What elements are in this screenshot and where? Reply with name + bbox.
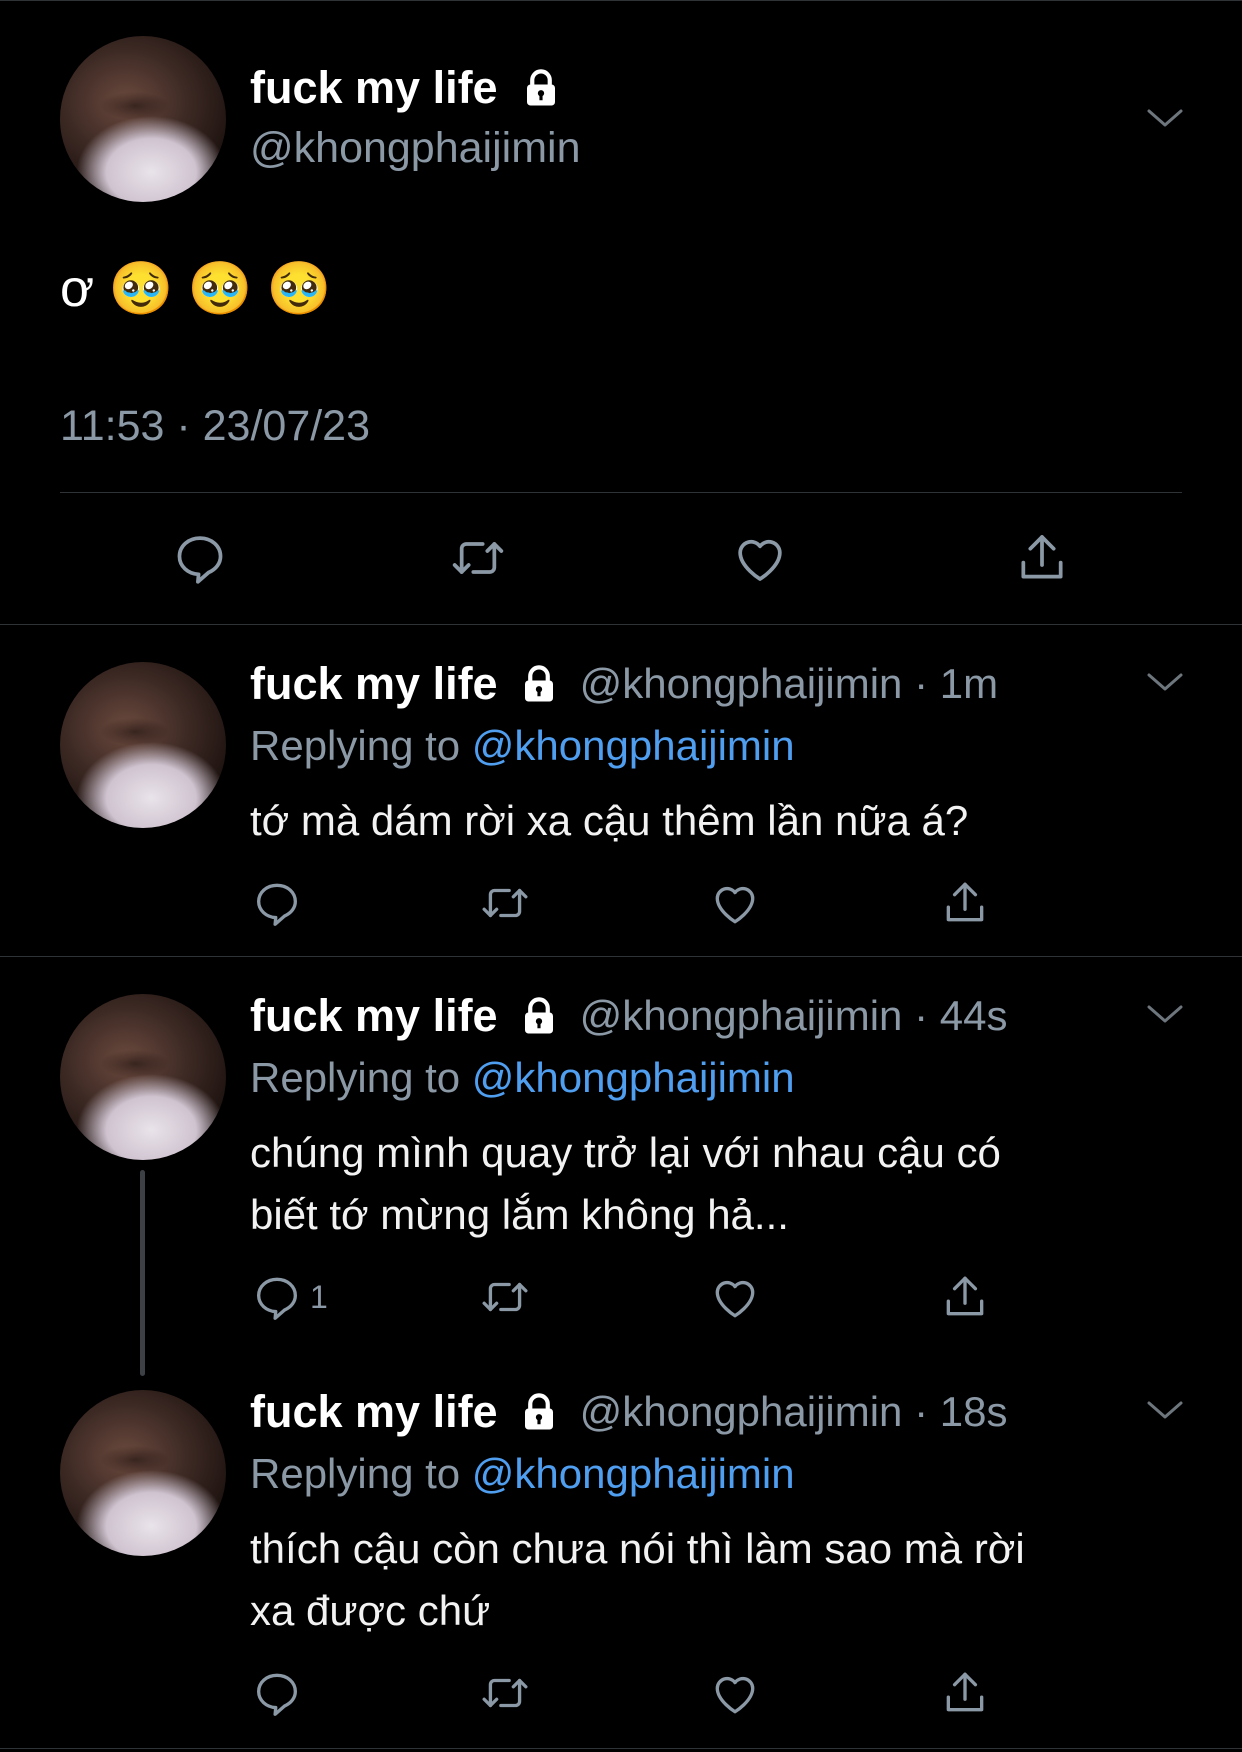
display-name[interactable]: fuck my life: [250, 62, 498, 114]
share-icon[interactable]: [940, 1272, 990, 1322]
retweet-icon[interactable]: [480, 878, 530, 928]
handle-time[interactable]: @khongphaijimin · 18s: [580, 1388, 1008, 1436]
like-icon[interactable]: [710, 878, 760, 928]
top-divider: [0, 0, 1242, 1]
avatar[interactable]: [60, 36, 226, 202]
reply-text-line: biết tớ mừng lắm không hả...: [250, 1191, 789, 1238]
display-name[interactable]: fuck my life: [250, 1386, 498, 1438]
share-icon[interactable]: [940, 1668, 990, 1718]
reply-count: 1: [310, 1278, 328, 1315]
reply-text-line: thích cậu còn chưa nói thì làm sao mà rờ…: [250, 1525, 1025, 1572]
display-name[interactable]: fuck my life: [250, 990, 498, 1042]
like-icon[interactable]: [710, 1272, 760, 1322]
handle-time[interactable]: @khongphaijimin · 44s: [580, 992, 1008, 1040]
reply-icon[interactable]: [252, 878, 302, 928]
replying-to: Replying to @khongphaijimin: [250, 1450, 795, 1498]
share-icon[interactable]: [940, 878, 990, 928]
lock-icon: [518, 995, 560, 1037]
chevron-down-icon[interactable]: [1145, 106, 1185, 130]
section-divider: [0, 1748, 1242, 1749]
reply-icon[interactable]: [172, 530, 228, 586]
retweet-icon[interactable]: [480, 1272, 530, 1322]
replying-handle-link[interactable]: @khongphaijimin: [472, 1450, 795, 1497]
display-name[interactable]: fuck my life: [250, 658, 498, 710]
avatar[interactable]: [60, 662, 226, 828]
retweet-icon[interactable]: [450, 530, 506, 586]
section-divider: [0, 956, 1242, 957]
retweet-icon[interactable]: [480, 1668, 530, 1718]
reply-header: fuck my life @khongphaijimin · 44s: [250, 990, 1007, 1042]
lock-icon: [518, 663, 560, 705]
tweet-timestamp[interactable]: 11:53 · 23/07/23: [60, 402, 370, 451]
reply-header: fuck my life @khongphaijimin · 1m: [250, 658, 998, 710]
reply-icon[interactable]: [252, 1272, 302, 1322]
reply-text: tớ mà dám rời xa cậu thêm lần nữa á?: [250, 797, 969, 844]
replying-handle-link[interactable]: @khongphaijimin: [472, 1054, 795, 1101]
avatar[interactable]: [60, 994, 226, 1160]
replying-to: Replying to @khongphaijimin: [250, 1054, 795, 1102]
chevron-down-icon[interactable]: [1145, 1002, 1185, 1026]
tweet-divider: [60, 492, 1182, 493]
reply-text-line: chúng mình quay trở lại với nhau cậu có: [250, 1129, 1001, 1176]
replying-to: Replying to @khongphaijimin: [250, 722, 795, 770]
reply-header: fuck my life @khongphaijimin · 18s: [250, 1386, 1007, 1438]
chevron-down-icon[interactable]: [1145, 670, 1185, 694]
replying-prefix: Replying to: [250, 1450, 461, 1497]
reply-icon[interactable]: [252, 1668, 302, 1718]
user-handle[interactable]: @khongphaijimin: [250, 124, 581, 173]
share-icon[interactable]: [1014, 530, 1070, 586]
chevron-down-icon[interactable]: [1145, 1398, 1185, 1422]
reply-action[interactable]: 1: [252, 1272, 328, 1322]
handle-time[interactable]: @khongphaijimin · 1m: [580, 660, 998, 708]
lock-icon: [520, 67, 562, 109]
like-icon[interactable]: [710, 1668, 760, 1718]
like-icon[interactable]: [732, 530, 788, 586]
replying-handle-link[interactable]: @khongphaijimin: [472, 722, 795, 769]
avatar[interactable]: [60, 1390, 226, 1556]
replying-prefix: Replying to: [250, 722, 461, 769]
lock-icon: [518, 1391, 560, 1433]
replying-prefix: Replying to: [250, 1054, 461, 1101]
main-tweet-name-row: fuck my life: [250, 62, 562, 114]
thread-connector: [140, 1170, 145, 1376]
section-divider: [0, 624, 1242, 625]
reply-text-line: xa được chứ: [250, 1587, 491, 1634]
tweet-text: ơ 🥹 🥹 🥹: [60, 260, 332, 318]
